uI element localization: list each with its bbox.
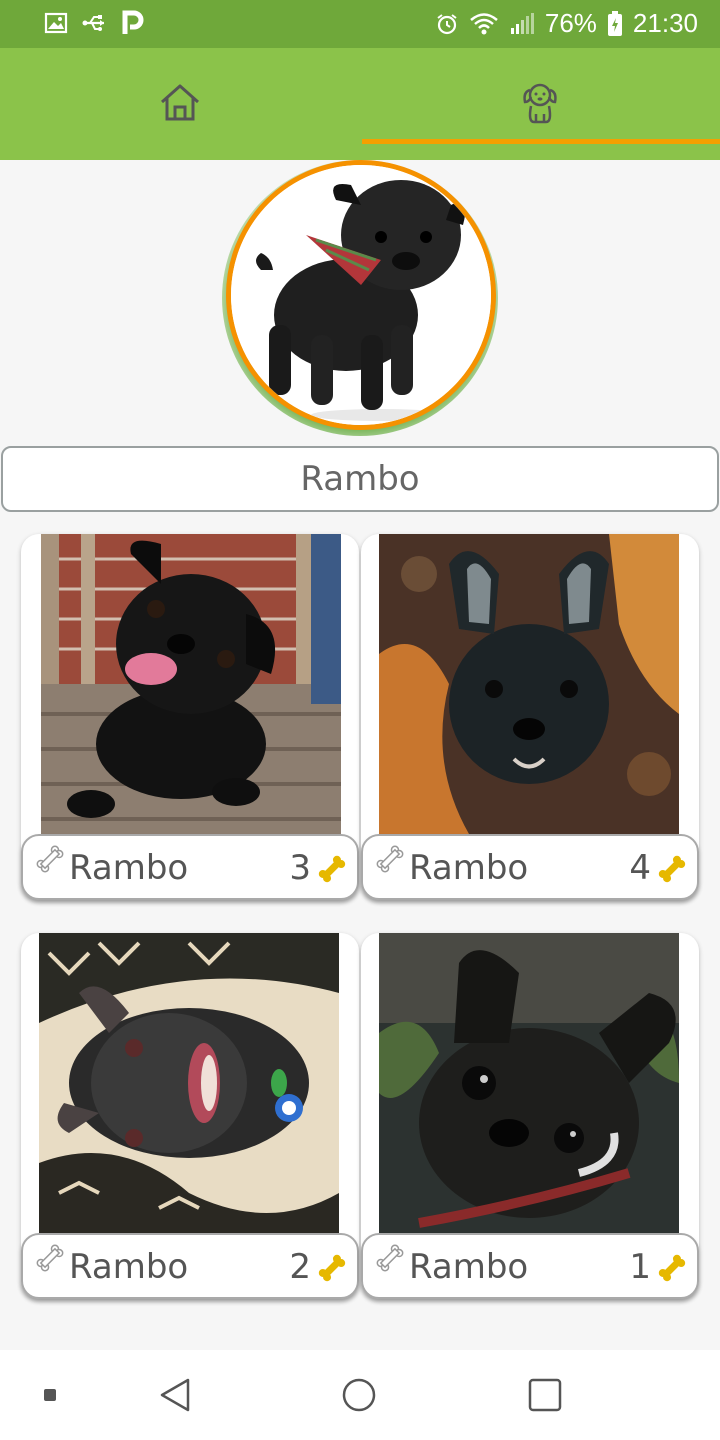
home-circle-icon[interactable] xyxy=(334,1350,384,1440)
dog-card[interactable]: Rambo 4 xyxy=(361,534,699,900)
overview-square-icon[interactable] xyxy=(520,1350,570,1440)
dog-photo xyxy=(39,933,339,1233)
navigation-bar xyxy=(0,1350,720,1440)
dog-name-text: Rambo xyxy=(300,459,420,499)
bone-count: 1 xyxy=(629,1247,651,1287)
tab-indicator xyxy=(362,139,720,144)
card-name: Rambo xyxy=(409,848,529,888)
card-name: Rambo xyxy=(409,1247,529,1287)
back-icon[interactable] xyxy=(150,1350,200,1440)
card-label-bar: Rambo 3 xyxy=(21,834,359,900)
dog-photo xyxy=(41,534,341,834)
app-bar xyxy=(0,48,720,160)
status-bar: 76% 21:30 xyxy=(0,0,720,48)
bone-outline-icon xyxy=(375,844,405,878)
signal-icon xyxy=(509,12,535,36)
pug-photo xyxy=(231,165,491,425)
clock: 21:30 xyxy=(632,8,698,38)
tab-home[interactable] xyxy=(0,48,360,160)
card-label-bar: Rambo 1 xyxy=(361,1233,699,1299)
bone-gold-icon[interactable] xyxy=(317,1253,347,1287)
parking-icon xyxy=(122,10,144,36)
wifi-icon xyxy=(469,12,499,36)
image-icon xyxy=(44,11,68,35)
alarm-icon xyxy=(435,12,459,36)
card-label-bar: Rambo 4 xyxy=(361,834,699,900)
dog-photo xyxy=(379,534,679,834)
dog-photo xyxy=(379,933,679,1233)
usb-icon xyxy=(82,13,108,33)
status-left-icons xyxy=(44,10,144,36)
bone-outline-icon xyxy=(35,844,65,878)
status-right: 76% 21:30 xyxy=(435,8,698,39)
dog-card[interactable]: Rambo 1 xyxy=(361,933,699,1299)
bone-count: 3 xyxy=(289,848,311,888)
dog-name-field[interactable]: Rambo xyxy=(1,446,719,512)
bone-count: 4 xyxy=(629,848,651,888)
dog-card[interactable]: Rambo 2 xyxy=(21,933,359,1299)
dog-card[interactable]: Rambo 3 xyxy=(21,534,359,900)
bone-outline-icon xyxy=(35,1243,65,1277)
battery-percent: 76% xyxy=(544,8,597,38)
home-icon xyxy=(158,82,202,126)
card-name: Rambo xyxy=(69,1247,189,1287)
card-label-bar: Rambo 2 xyxy=(21,1233,359,1299)
bone-outline-icon xyxy=(375,1243,405,1277)
bone-count: 2 xyxy=(289,1247,311,1287)
bone-gold-icon[interactable] xyxy=(657,854,687,888)
recents-dot[interactable] xyxy=(30,1350,70,1440)
bone-gold-icon[interactable] xyxy=(317,854,347,888)
card-name: Rambo xyxy=(69,848,189,888)
bone-gold-icon[interactable] xyxy=(657,1253,687,1287)
avatar[interactable] xyxy=(226,160,496,430)
battery-icon xyxy=(607,10,623,37)
dog-icon xyxy=(520,80,560,128)
